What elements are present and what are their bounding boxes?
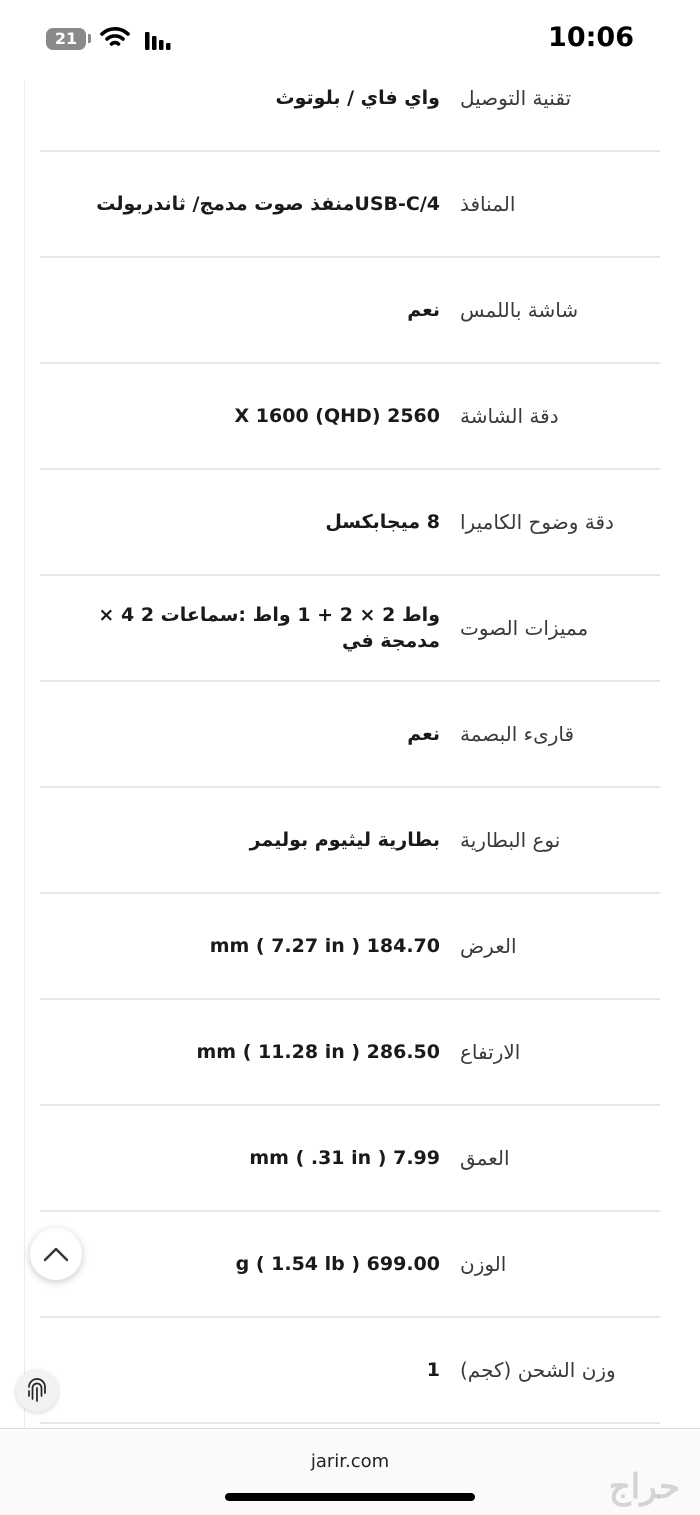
- chevron-up-icon: [43, 1247, 69, 1262]
- battery-tip: [88, 34, 91, 43]
- spec-row: وزن الشحن (كجم) 1: [40, 1318, 660, 1424]
- wifi-icon: [100, 27, 130, 46]
- status-time: 10:06: [548, 22, 634, 53]
- battery-level: 21: [54, 29, 78, 48]
- fingerprint-button[interactable]: [16, 1370, 58, 1412]
- status-bar: 21 10:06: [0, 0, 700, 80]
- spec-label: نوع البطارية: [460, 828, 561, 852]
- spec-value: 7.99 mm ( .31 in ): [249, 1147, 440, 1169]
- spec-row: العرض 184.70 mm ( 7.27 in ): [40, 894, 660, 1000]
- fingerprint-icon: [28, 1378, 46, 1402]
- spec-label: قارىء البصمة: [460, 722, 575, 746]
- signal-icon: [145, 32, 171, 50]
- spec-value: 8 ميجابكسل: [325, 511, 440, 533]
- spec-row: نوع البطارية بطارية ليثيوم بوليمر: [40, 788, 660, 894]
- spec-value: 1: [426, 1359, 440, 1381]
- spec-label: الارتفاع: [460, 1040, 521, 1064]
- spec-label: شاشة باللمس: [460, 298, 579, 322]
- spec-label: وزن الشحن (كجم): [460, 1358, 616, 1382]
- spec-label: دقة الشاشة: [460, 404, 559, 428]
- spec-value: 699.00 g ( 1.54 lb ): [235, 1253, 440, 1275]
- browser-bottom-bar: jarir.com حراج: [0, 1428, 700, 1515]
- spec-value: واط 2 × 2 + 1 واط :سماعات 2 4 × مدمجة في: [98, 604, 440, 652]
- spec-label: المنافذ: [460, 192, 516, 216]
- spec-row: المنافذ USB-C/4منفذ صوت مدمج/ ثاندربولت: [40, 152, 660, 258]
- spec-value: 184.70 mm ( 7.27 in ): [209, 935, 440, 957]
- spec-value: X 1600 (QHD) 2560: [234, 405, 440, 427]
- watermark-logo: حراج: [608, 1467, 680, 1507]
- spec-value: نعم: [407, 723, 440, 745]
- home-indicator[interactable]: [225, 1493, 475, 1501]
- spec-row: الوزن 699.00 g ( 1.54 lb ): [40, 1212, 660, 1318]
- spec-value: USB-C/4منفذ صوت مدمج/ ثاندربولت: [96, 193, 440, 215]
- scroll-to-top-button[interactable]: [30, 1228, 82, 1280]
- spec-value: بطارية ليثيوم بوليمر: [249, 829, 440, 851]
- spec-value: 286.50 mm ( 11.28 in ): [196, 1041, 440, 1063]
- spec-row: العمق 7.99 mm ( .31 in ): [40, 1106, 660, 1212]
- spec-row: شاشة باللمس نعم: [40, 258, 660, 364]
- url-domain[interactable]: jarir.com: [0, 1451, 700, 1472]
- spec-label: دقة وضوح الكاميرا: [460, 510, 614, 534]
- spec-label: مميزات الصوت: [460, 616, 589, 640]
- spec-row: دقة وضوح الكاميرا 8 ميجابكسل: [40, 470, 660, 576]
- spec-row: دقة الشاشة X 1600 (QHD) 2560: [40, 364, 660, 470]
- spec-label: الوزن: [460, 1252, 507, 1276]
- battery-icon: 21: [46, 28, 86, 50]
- spec-row: قارىء البصمة نعم: [40, 682, 660, 788]
- spec-label: العمق: [460, 1146, 510, 1170]
- spec-value: نعم: [407, 299, 440, 321]
- spec-table: تقنية التوصيل واي فاي / بلوتوث المنافذ USB-…: [40, 46, 660, 1424]
- card-edge: [24, 80, 25, 1430]
- spec-row: مميزات الصوت واط 2 × 2 + 1 واط :سماعات 2 …: [40, 576, 660, 682]
- spec-row: الارتفاع 286.50 mm ( 11.28 in ): [40, 1000, 660, 1106]
- spec-label: العرض: [460, 934, 517, 958]
